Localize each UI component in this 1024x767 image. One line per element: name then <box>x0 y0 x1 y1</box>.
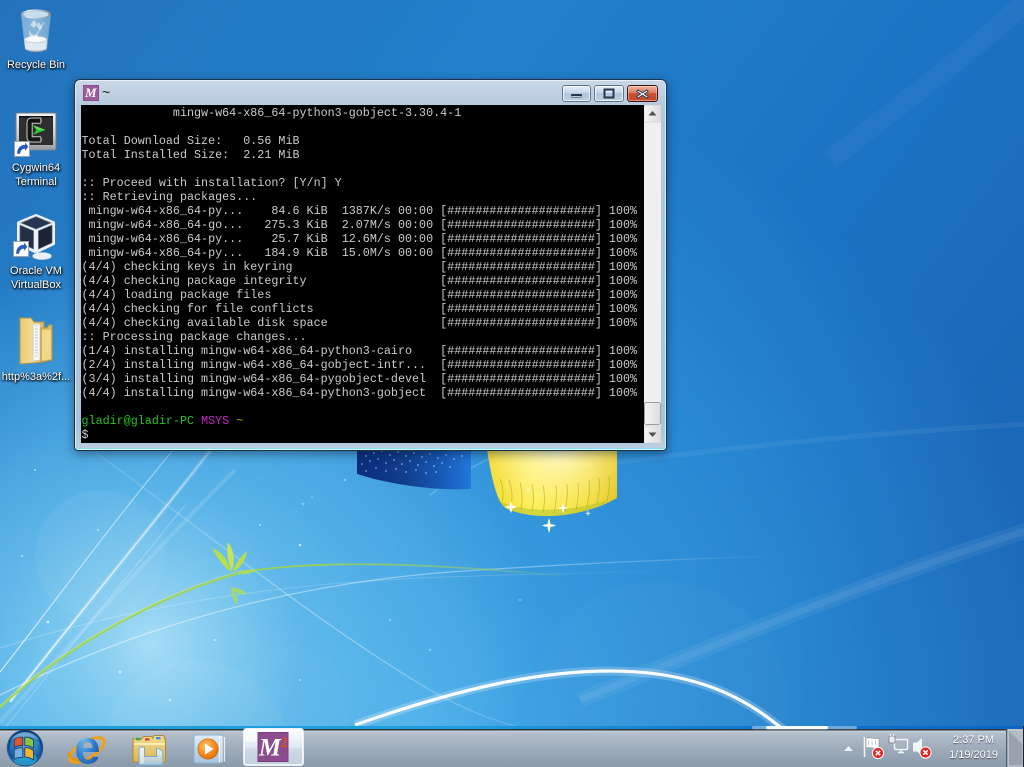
svg-text:2: 2 <box>280 735 288 751</box>
svg-text:M: M <box>258 735 282 762</box>
svg-text:e: e <box>74 726 100 767</box>
svg-text:M: M <box>84 85 97 100</box>
